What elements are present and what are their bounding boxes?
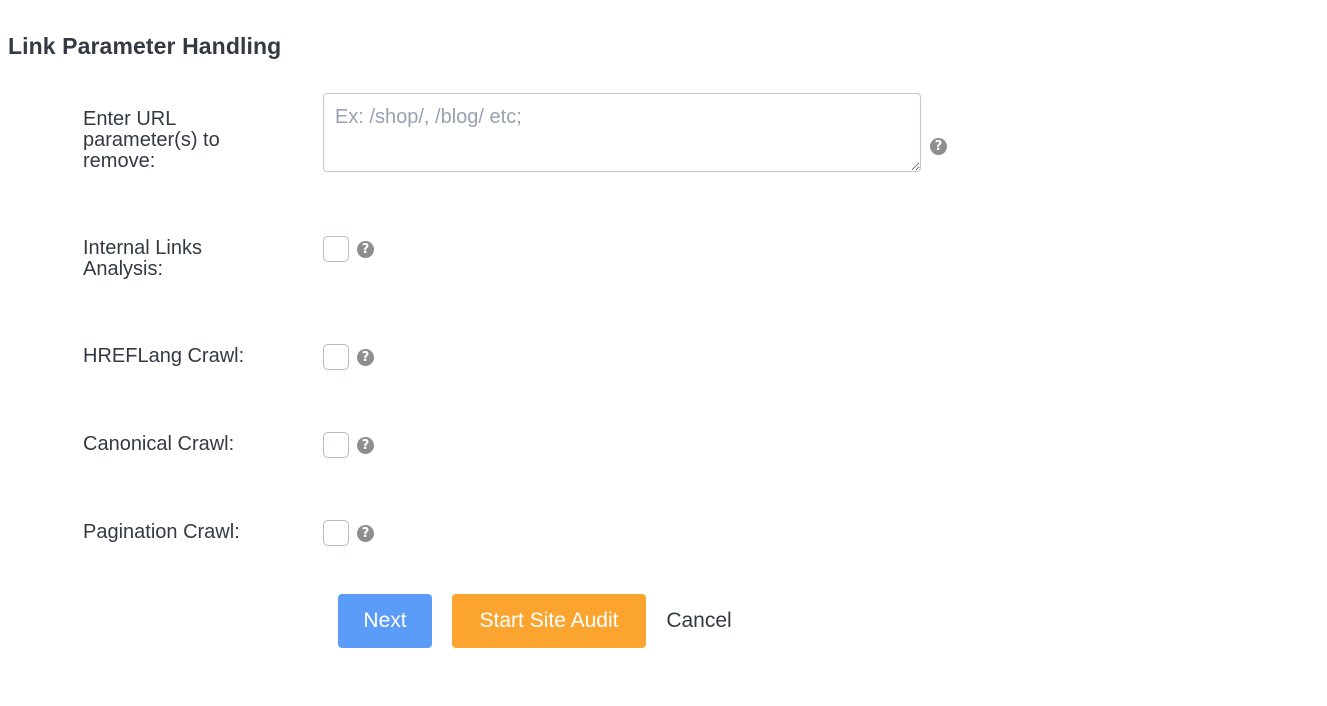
link-parameter-form: Link Parameter Handling Enter URL parame… [0, 0, 1327, 706]
url-params-label: Enter URL parameter(s) to remove: [83, 108, 220, 172]
pagination-checkbox[interactable] [323, 520, 349, 546]
help-icon[interactable]: ? [357, 349, 374, 366]
next-button[interactable]: Next [338, 594, 432, 648]
start-site-audit-button[interactable]: Start Site Audit [452, 594, 646, 648]
help-icon[interactable]: ? [357, 241, 374, 258]
pagination-label: Pagination Crawl: [83, 521, 240, 543]
help-icon[interactable]: ? [357, 525, 374, 542]
help-icon[interactable]: ? [930, 138, 947, 155]
hreflang-label: HREFLang Crawl: [83, 345, 245, 367]
help-icon[interactable]: ? [357, 437, 374, 454]
canonical-checkbox[interactable] [323, 432, 349, 458]
section-title: Link Parameter Handling [8, 33, 282, 59]
cancel-button[interactable]: Cancel [655, 594, 743, 648]
internal-links-label: Internal Links Analysis: [83, 237, 202, 280]
hreflang-checkbox[interactable] [323, 344, 349, 370]
url-params-input[interactable] [323, 93, 921, 172]
canonical-label: Canonical Crawl: [83, 433, 235, 455]
internal-links-checkbox[interactable] [323, 236, 349, 262]
